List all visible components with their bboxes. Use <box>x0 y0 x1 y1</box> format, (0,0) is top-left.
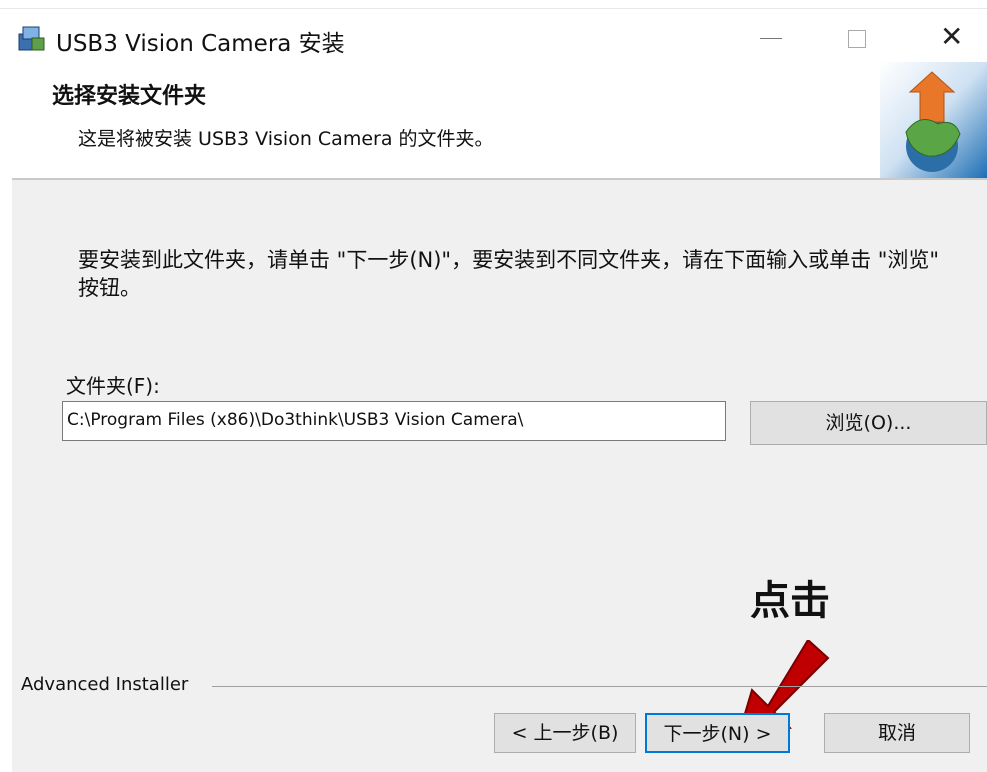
installer-puzzle-icon <box>880 62 987 178</box>
installer-window: USB3 Vision Camera 安装 ✕ 选择安装文件夹 这是将被安装 U… <box>0 0 987 772</box>
folder-path-input[interactable]: C:\Program Files (x86)\Do3think\USB3 Vis… <box>62 401 726 441</box>
top-border <box>0 8 987 9</box>
brand-label: Advanced Installer <box>21 674 197 695</box>
page-title: 选择安装文件夹 <box>52 84 207 109</box>
click-callout: 点击 <box>750 578 830 624</box>
cancel-button[interactable]: 取消 <box>824 713 970 753</box>
next-button[interactable]: 下一步(N) > <box>645 713 790 753</box>
instruction-text: 要安装到此文件夹，请单击 "下一步(N)"，要安装到不同文件夹，请在下面输入或单… <box>78 248 940 300</box>
minimize-icon <box>760 38 782 39</box>
footer-divider <box>212 686 987 687</box>
header-panel: 选择安装文件夹 这是将被安装 USB3 Vision Camera 的文件夹。 <box>0 62 987 178</box>
browse-button[interactable]: 浏览(O)... <box>750 401 987 445</box>
back-button[interactable]: < 上一步(B) <box>494 713 636 753</box>
page-subtitle: 这是将被安装 USB3 Vision Camera 的文件夹。 <box>78 128 494 150</box>
close-icon: ✕ <box>940 20 964 53</box>
close-button[interactable]: ✕ <box>920 18 980 58</box>
content-panel: 要安装到此文件夹，请单击 "下一步(N)"，要安装到不同文件夹，请在下面输入或单… <box>12 180 987 772</box>
title-bar: USB3 Vision Camera 安装 ✕ <box>0 10 987 62</box>
installer-app-icon <box>18 26 45 51</box>
folder-label: 文件夹(F): <box>66 374 160 398</box>
window-title: USB3 Vision Camera 安装 <box>56 31 345 57</box>
maximize-button[interactable] <box>826 18 886 58</box>
minimize-button[interactable] <box>740 18 800 58</box>
maximize-icon <box>848 30 866 48</box>
